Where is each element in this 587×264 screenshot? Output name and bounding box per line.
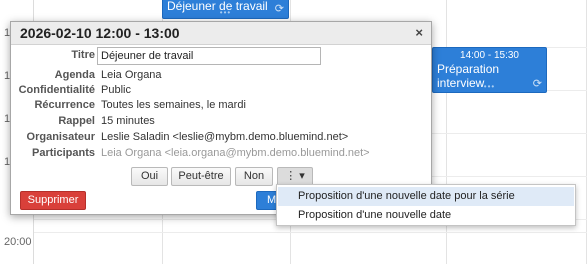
popup-title: 2026-02-10 12:00 - 13:00 xyxy=(20,25,180,41)
rappel-value: 15 minutes xyxy=(101,115,155,127)
popup-header: 2026-02-10 12:00 - 13:00 × xyxy=(11,22,431,45)
participants-value: Leia Organa <leia.organa@mybm.demo.bluem… xyxy=(101,147,370,159)
participants-label: Participants xyxy=(32,147,95,159)
recurrence-value: Toutes les semaines, le mardi xyxy=(101,99,246,111)
field-row-agenda: Agenda Leia Organa xyxy=(11,68,431,84)
confidentialite-value: Public xyxy=(101,84,131,96)
hour-line xyxy=(34,232,587,233)
resize-handle-icon[interactable]: ••• xyxy=(220,8,231,17)
non-button[interactable]: Non xyxy=(235,167,273,186)
recurrence-label: Récurrence xyxy=(34,99,95,111)
agenda-label: Agenda xyxy=(54,69,95,81)
field-row-rappel: Rappel 15 minutes xyxy=(11,114,431,130)
event-dejeuner[interactable]: Déjeuner de travail ⟳ ••• xyxy=(162,0,289,19)
close-icon[interactable]: × xyxy=(415,25,423,40)
organisateur-label: Organisateur xyxy=(26,131,95,143)
rappel-label: Rappel xyxy=(58,115,95,127)
organisateur-value: Leslie Saladin <leslie@mybm.demo.bluemin… xyxy=(101,131,349,143)
event-time: 14:00 - 15:30 xyxy=(460,50,519,61)
resize-handle-icon[interactable]: ••• xyxy=(484,82,495,91)
field-row-recurrence: Récurrence Toutes les semaines, le mardi xyxy=(11,98,431,114)
peut-etre-button[interactable]: Peut-être xyxy=(171,167,231,186)
event-preparation-interview[interactable]: 14:00 - 15:30 Préparation interview ⟳ ••… xyxy=(432,47,547,93)
titre-label: Titre xyxy=(71,49,95,61)
confidentialite-label: Confidentialité xyxy=(18,84,95,96)
recurring-icon: ⟳ xyxy=(532,78,542,90)
agenda-value: Leia Organa xyxy=(101,69,162,81)
propose-new-date-item[interactable]: Proposition d'une nouvelle date xyxy=(278,206,574,225)
field-row-participants: Participants Leia Organa <leia.organa@my… xyxy=(11,146,431,162)
titre-input[interactable] xyxy=(97,47,321,65)
field-row-confidentialite: Confidentialité Public xyxy=(11,83,431,99)
propose-new-date-series-item[interactable]: Proposition d'une nouvelle date pour la … xyxy=(278,187,574,206)
field-row-organisateur: Organisateur Leslie Saladin <leslie@mybm… xyxy=(11,130,431,146)
supprimer-button[interactable]: Supprimer xyxy=(20,191,86,210)
time-label: 20:00 xyxy=(4,236,32,248)
oui-button[interactable]: Oui xyxy=(131,167,168,186)
recurring-icon: ⟳ xyxy=(274,3,284,15)
more-options-dropdown: Proposition d'une nouvelle date pour la … xyxy=(276,184,576,226)
